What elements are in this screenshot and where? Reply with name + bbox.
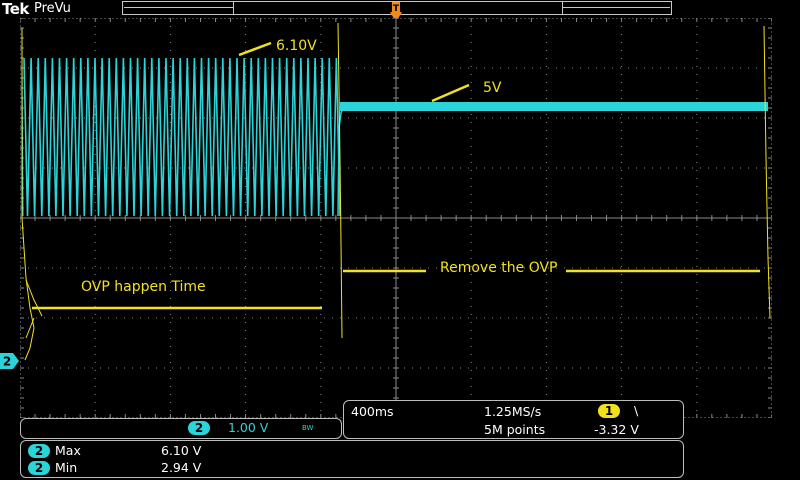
brand-logo: Tek [2, 0, 29, 18]
channel-2-scale: 1.00 V [228, 420, 269, 435]
trigger-source-badge: 1 [598, 404, 620, 418]
svg-text:2: 2 [3, 355, 11, 369]
sample-rate-value: 1.25MS/s [484, 404, 542, 419]
waveform-display[interactable] [20, 18, 772, 418]
regulated-voltage-annotation: 5V [483, 80, 502, 96]
acquisition-mode-label: PreVu [34, 1, 71, 16]
remove-ovp-annotation: Remove the OVP [440, 260, 558, 276]
bandwidth-limit-icon: BW [302, 424, 314, 432]
measurement-source-badge: 2 [28, 444, 50, 458]
measurement-value: 2.94 V [161, 460, 202, 475]
measurement-value: 6.10 V [161, 443, 202, 458]
measurement-source-badge: 2 [28, 461, 50, 475]
channel-2-ground-marker[interactable]: 2 [0, 353, 20, 369]
measurements-panel[interactable]: 2 Max 6.10 V 2 Min 2.94 V [20, 440, 684, 478]
channel-2-badge: 2 [188, 421, 210, 435]
measurement-name: Min [55, 460, 78, 475]
record-length-value: 5M points [484, 422, 546, 437]
measurement-row[interactable]: 2 Max 6.10 V [21, 443, 321, 459]
channel-2-settings-panel[interactable]: 2 1.00 V BW [20, 418, 342, 439]
measurement-row[interactable]: 2 Min 2.94 V [21, 460, 321, 476]
measurement-name: Max [55, 443, 81, 458]
timebase-value: 400ms [351, 404, 394, 419]
peak-voltage-annotation: 6.10V [276, 38, 317, 54]
trigger-level-value: -3.32 V [594, 422, 639, 437]
ovp-time-annotation: OVP happen Time [81, 279, 206, 295]
acquisition-panel[interactable]: 400ms 1.25MS/s 5M points 1 \ -3.32 V [343, 400, 684, 439]
falling-edge-icon: \ [634, 403, 639, 418]
